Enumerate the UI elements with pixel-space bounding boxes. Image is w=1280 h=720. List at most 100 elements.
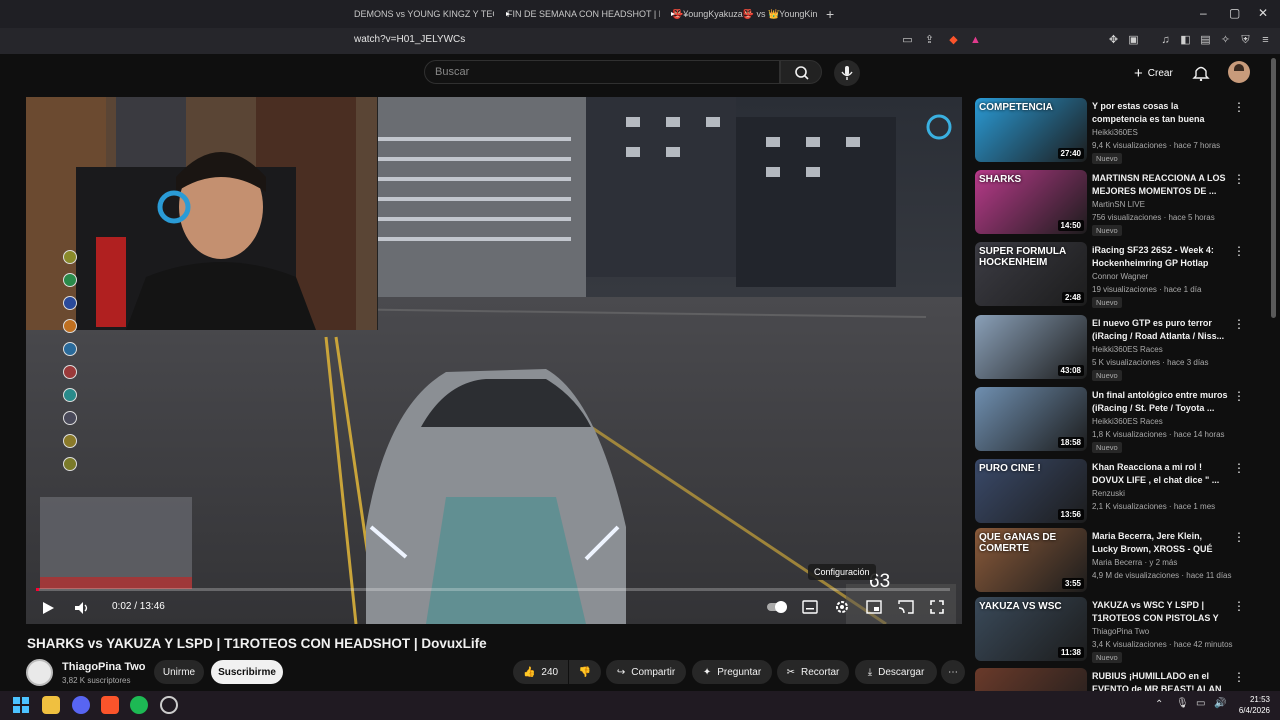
more-options-icon[interactable]: ⋮ (1233, 100, 1245, 114)
brave-shield-icon[interactable]: ◆ (946, 33, 961, 48)
recommendation-card[interactable]: COMPETENCIA 27:40 Y por estas cosas la com… (975, 98, 1265, 164)
scrollbar[interactable] (1271, 58, 1276, 318)
more-options-icon[interactable]: ⋮ (1233, 172, 1245, 186)
minimize-icon[interactable]: – (1200, 6, 1207, 20)
subtitles-icon[interactable] (802, 600, 818, 614)
recommendation-title[interactable]: YAKUZA vs WSC Y LSPD | T1ROTEOS CON PIST… (1092, 599, 1228, 625)
brave-icon[interactable] (101, 696, 119, 714)
search-button[interactable] (780, 60, 822, 84)
more-options-icon[interactable]: ⋮ (1233, 317, 1245, 331)
fullscreen-icon[interactable] (930, 600, 944, 614)
ask-button[interactable]: ✦ Preguntar (692, 660, 772, 684)
video-thumbnail[interactable]: SUPER FORMULA HOCKENHEIM 2:48 (975, 242, 1087, 306)
extensions-icon[interactable]: ✥ (1106, 33, 1121, 48)
more-options-icon[interactable]: ⋮ (1233, 461, 1245, 475)
more-actions-button[interactable]: ⋯ (941, 660, 965, 684)
screen-icon[interactable]: ▭ (900, 33, 915, 48)
miniplayer-icon[interactable] (866, 600, 882, 614)
notifications-icon[interactable] (1192, 63, 1210, 81)
video-thumbnail[interactable]: SHARKS 14:50 (975, 170, 1087, 234)
video-thumbnail[interactable]: QUE GANAS DE COMERTE 3:55 (975, 528, 1087, 592)
recommendation-card[interactable]: 18:58 Un final antológico entre muros (iR… (975, 387, 1265, 453)
recommendation-card[interactable]: YAKUZA VS WSC 11:38 YAKUZA vs WSC Y LSPD |… (975, 597, 1265, 663)
wallet-icon[interactable]: ▤ (1198, 33, 1213, 48)
recommendation-channel[interactable]: Renzuski (1092, 489, 1125, 498)
recommendation-card[interactable]: 43:08 El nuevo GTP es puro terror (iRacin… (975, 315, 1265, 381)
recommendation-card[interactable]: SHARKS 14:50 MARTINSN REACCIONA A LOS MEJO… (975, 170, 1265, 236)
new-tab-icon[interactable]: + (826, 6, 834, 22)
network-icon[interactable]: ▭ (1196, 698, 1205, 709)
recommendation-channel[interactable]: Maria Becerra · y 2 más (1092, 558, 1177, 567)
more-options-icon[interactable]: ⋮ (1233, 244, 1245, 258)
share-icon[interactable]: ⇪ (922, 33, 937, 48)
recommendation-title[interactable]: Y por estas cosas la competencia es tan … (1092, 100, 1228, 126)
voice-search-button[interactable] (834, 60, 860, 86)
discord-icon[interactable] (72, 696, 90, 714)
tray-chevron-icon[interactable]: ⌃ (1155, 699, 1163, 710)
music-icon[interactable]: ♫ (1158, 33, 1173, 48)
account-avatar[interactable] (1228, 61, 1250, 83)
more-options-icon[interactable]: ⋮ (1233, 670, 1245, 684)
progress-bar[interactable] (36, 588, 950, 591)
video-thumbnail[interactable]: YAKUZA VS WSC 11:38 (975, 597, 1087, 661)
recommendation-title[interactable]: MARTINSN REACCIONA A LOS MEJORES MOMENTO… (1092, 172, 1228, 198)
autoplay-toggle[interactable] (766, 600, 788, 614)
video-thumbnail[interactable]: COMPETENCIA 27:40 (975, 98, 1087, 162)
tab-3[interactable]: 👺¥oungKyakuza👺 vs 👑YoungKing (667, 4, 817, 24)
tab-1[interactable]: DEMONS vs YOUNG KINGZ Y TECHO (354, 4, 494, 24)
video-thumbnail[interactable]: 43:08 (975, 315, 1087, 379)
video-thumbnail[interactable]: PURO CINE ! 13:56 (975, 459, 1087, 523)
video-thumbnail[interactable]: 18:58 (975, 387, 1087, 451)
extension-icon[interactable]: ▣ (1126, 33, 1141, 48)
recommendation-channel[interactable]: MartinSN LIVE (1092, 200, 1145, 209)
maximize-icon[interactable]: ▢ (1229, 6, 1240, 20)
taskbar-clock[interactable]: 21:53 6/4/2026 (1235, 694, 1270, 716)
recommendation-channel[interactable]: Heikki360ES Races (1092, 345, 1163, 354)
file-explorer-icon[interactable] (42, 696, 60, 714)
sidebar-icon[interactable]: ◧ (1178, 33, 1193, 48)
join-button[interactable]: Unirme (154, 660, 204, 684)
download-button[interactable]: ⤓ Descargar (855, 660, 937, 684)
more-options-icon[interactable]: ⋮ (1233, 530, 1245, 544)
close-icon[interactable]: ✕ (1258, 6, 1268, 20)
share-button[interactable]: ↪ Compartir (606, 660, 686, 684)
cast-icon[interactable] (898, 600, 914, 614)
menu-icon[interactable]: ≡ (1258, 33, 1273, 48)
recommendation-title[interactable]: Maria Becerra, Jere Klein, Lucky Brown, … (1092, 530, 1228, 556)
video-player[interactable]: 63 (26, 97, 962, 624)
speaker-icon[interactable]: 🔊 (1214, 698, 1226, 709)
recommendation-channel[interactable]: Heikki360ES Races (1092, 417, 1163, 426)
recommendation-card[interactable]: QUE GANAS DE COMERTE 3:55 Maria Becerra, J… (975, 528, 1265, 592)
play-icon[interactable] (40, 600, 56, 616)
vpn-icon[interactable]: ⛨ (1238, 33, 1253, 48)
settings-icon[interactable] (834, 599, 850, 615)
recommendation-title[interactable]: iRacing SF23 26S2 - Week 4: Hockenheimri… (1092, 244, 1228, 270)
spotify-icon[interactable] (130, 696, 148, 714)
rewards-icon[interactable]: ▲ (968, 33, 983, 48)
recommendation-title[interactable]: El nuevo GTP es puro terror (iRacing / R… (1092, 317, 1228, 343)
create-button[interactable]: + Crear (1124, 60, 1183, 86)
channel-avatar[interactable] (26, 659, 53, 686)
recommendation-card[interactable]: SUPER FORMULA HOCKENHEIM 2:48 iRacing SF23… (975, 242, 1265, 308)
app-icon[interactable] (160, 696, 178, 714)
channel-name[interactable]: ThiagoPina Two (62, 661, 146, 673)
recommendation-channel[interactable]: ThiagoPina Two (1092, 627, 1149, 636)
mic-tray-icon[interactable]: 🎙 (1176, 698, 1189, 709)
more-options-icon[interactable]: ⋮ (1233, 599, 1245, 613)
recommendation-card[interactable]: PURO CINE ! 13:56 Khan Reacciona a mi rol … (975, 459, 1265, 523)
dislike-button[interactable]: 👎 (569, 660, 601, 684)
tab-2[interactable]: FIN DE SEMANA CON HEADSHOT | D (502, 4, 660, 24)
like-button[interactable]: 👍 240 (513, 660, 568, 684)
recommendation-channel[interactable]: Heikki360ES (1092, 128, 1138, 137)
search-input[interactable]: Buscar (424, 60, 780, 84)
recommendation-channel[interactable]: Connor Wagner (1092, 272, 1148, 281)
url-field[interactable]: watch?v=H01_JELYWCs (354, 34, 465, 45)
clip-button[interactable]: ✂ Recortar (777, 660, 849, 684)
recommendation-title[interactable]: Un final antológico entre muros (iRacing… (1092, 389, 1228, 415)
volume-icon[interactable] (73, 600, 89, 616)
more-options-icon[interactable]: ⋮ (1233, 389, 1245, 403)
windows-start-icon[interactable] (12, 696, 30, 714)
subscribe-button[interactable]: Suscribirme (211, 660, 283, 684)
leo-icon[interactable]: ✧ (1218, 33, 1233, 48)
recommendation-title[interactable]: Khan Reacciona a mi rol ! DOVUX LIFE , e… (1092, 461, 1228, 487)
